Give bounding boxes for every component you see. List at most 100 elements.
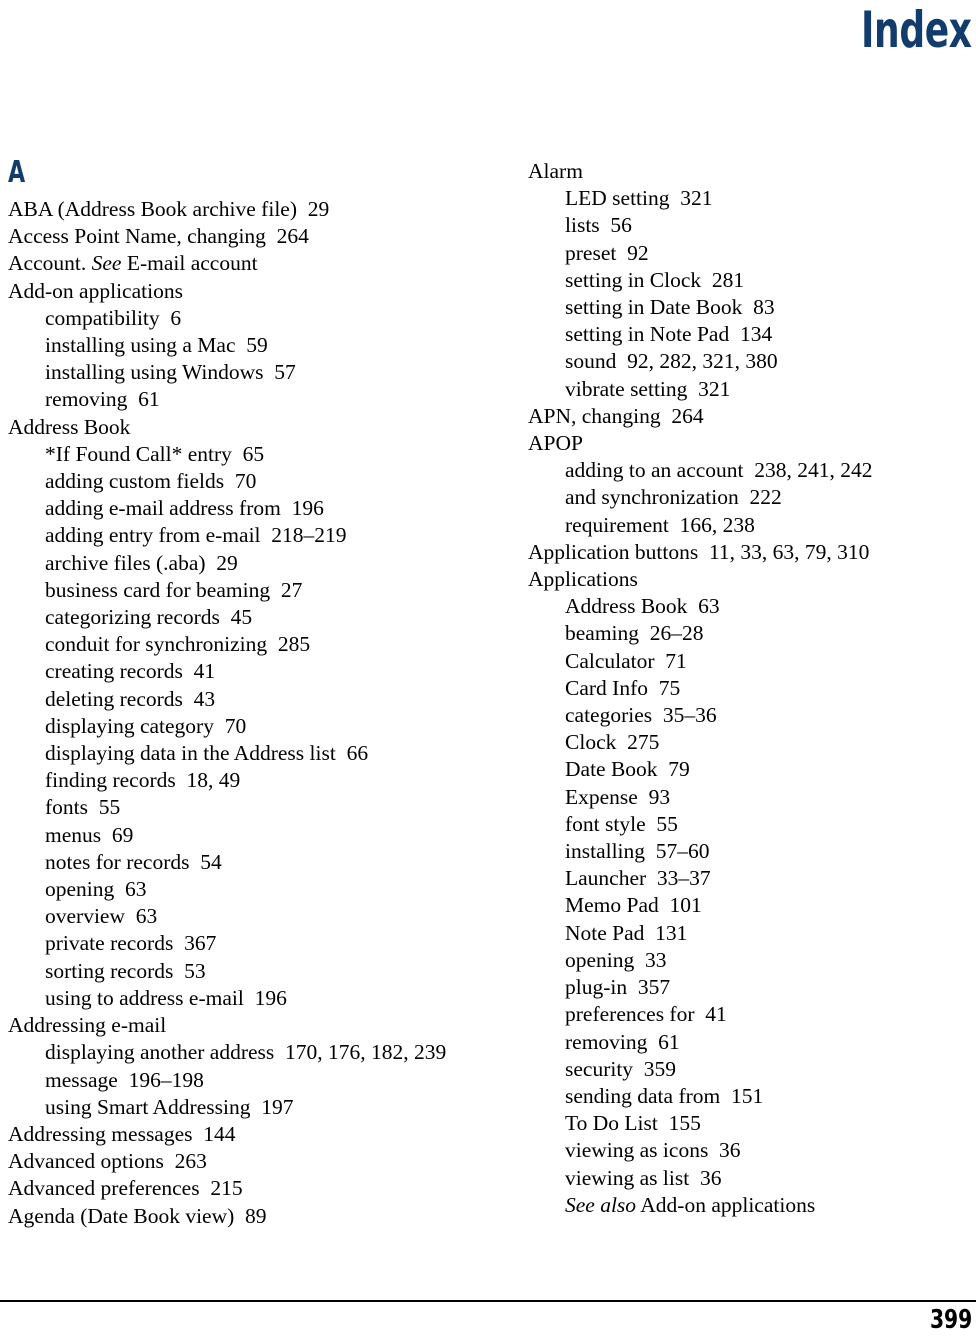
index-entry-text: font style 55	[565, 811, 678, 836]
index-cross-reference: See also	[565, 1192, 637, 1217]
index-entry: Note Pad 131	[528, 920, 976, 947]
index-entry: displaying data in the Address list 66	[8, 740, 474, 767]
index-entry-text: plug-in 357	[565, 975, 671, 1000]
index-entry-text: APOP	[528, 431, 583, 456]
index-entry-text: Addressing messages 144	[8, 1121, 236, 1146]
index-entry: and synchronization 222	[528, 484, 976, 511]
index-entry-text: displaying data in the Address list 66	[45, 741, 369, 766]
index-entry: APOP	[528, 430, 976, 457]
index-entry-text: *If Found Call* entry 65	[45, 441, 265, 466]
index-entry-text: setting in Clock 281	[565, 267, 745, 292]
index-entry: Address Book	[8, 414, 474, 441]
index-entry-text: categories 35–36	[565, 703, 717, 728]
index-entry-text: private records 367	[45, 931, 217, 956]
index-entry: preferences for 41	[528, 1001, 976, 1028]
index-entry: Add-on applications	[8, 278, 474, 305]
index-entry-text: sound 92, 282, 321, 380	[565, 349, 778, 374]
index-entry: plug-in 357	[528, 974, 976, 1001]
index-entry-text: Access Point Name, changing 264	[8, 224, 309, 249]
index-entry: lists 56	[528, 212, 976, 239]
index-entry-text: Note Pad 131	[565, 920, 688, 945]
index-entry: using to address e-mail 196	[8, 985, 474, 1012]
index-entry-text: Account.	[8, 251, 92, 276]
index-content: A ABA (Address Book archive file) 29 Acce…	[0, 158, 976, 1230]
index-entry: message 196–198	[8, 1067, 474, 1094]
index-entry: sorting records 53	[8, 958, 474, 985]
index-entry: setting in Note Pad 134	[528, 321, 976, 348]
index-column-right: Alarm LED setting 321 lists 56 preset 92 set…	[528, 158, 976, 1219]
index-entry-text: displaying another address 170, 176, 182…	[45, 1040, 447, 1065]
index-entry-text: Addressing e-mail	[8, 1013, 167, 1038]
index-entry-text: Calculator 71	[565, 648, 687, 673]
index-entry-text: Launcher 33–37	[565, 866, 711, 891]
index-entry: compatibility 6	[8, 305, 474, 332]
index-entry: Clock 275	[528, 729, 976, 756]
index-entry: Access Point Name, changing 264	[8, 223, 474, 250]
index-entry: vibrate setting 321	[528, 376, 976, 403]
index-entry: fonts 55	[8, 794, 474, 821]
index-entry: displaying category 70	[8, 713, 474, 740]
index-entry: Addressing messages 144	[8, 1121, 474, 1148]
index-entry: removing 61	[528, 1029, 976, 1056]
index-entry: Agenda (Date Book view) 89	[8, 1203, 474, 1230]
index-entry: categories 35–36	[528, 702, 976, 729]
index-entry-text: adding e-mail address from 196	[45, 496, 324, 521]
index-entry-text: removing 61	[45, 387, 160, 412]
index-entry-text: Application buttons 11, 33, 63, 79, 310	[528, 539, 870, 564]
index-entry-text: sorting records 53	[45, 958, 206, 983]
entry-list-right: Alarm LED setting 321 lists 56 preset 92 set…	[528, 158, 976, 1219]
index-entry: Applications	[528, 566, 976, 593]
index-entry-text: Memo Pad 101	[565, 893, 702, 918]
index-entry: adding entry from e-mail 218–219	[8, 522, 474, 549]
index-entry-text: Card Info 75	[565, 675, 681, 700]
index-entry: installing using Windows 57	[8, 359, 474, 386]
index-entry-text: categorizing records 45	[45, 605, 253, 630]
index-entry: See also Add-on applications	[528, 1192, 976, 1219]
index-entry: viewing as icons 36	[528, 1137, 976, 1164]
index-entry-text: Applications	[528, 567, 638, 592]
index-entry: creating records 41	[8, 658, 474, 685]
index-entry: Address Book 63	[528, 593, 976, 620]
index-entry-text: finding records 18, 49	[45, 768, 241, 793]
index-entry: Advanced preferences 215	[8, 1175, 474, 1202]
index-entry: Alarm	[528, 158, 976, 185]
index-entry: setting in Date Book 83	[528, 294, 976, 321]
index-entry: opening 63	[8, 876, 474, 903]
index-entry-text: opening 63	[45, 877, 147, 902]
index-entry-text: Alarm	[528, 159, 583, 183]
index-entry-text: To Do List 155	[565, 1111, 701, 1136]
index-entry-text: Date Book 79	[565, 757, 690, 782]
index-entry: private records 367	[8, 930, 474, 957]
index-entry-text: Advanced options 263	[8, 1149, 207, 1174]
index-entry-text: setting in Note Pad 134	[565, 322, 773, 347]
index-entry-text: viewing as icons 36	[565, 1138, 741, 1163]
index-entry-text: LED setting 321	[565, 186, 713, 211]
index-entry: adding to an account 238, 241, 242	[528, 457, 976, 484]
index-entry-text: Clock 275	[565, 730, 660, 755]
index-entry-text: preferences for 41	[565, 1002, 727, 1027]
index-entry-text: installing using a Mac 59	[45, 333, 268, 358]
index-entry: Advanced options 263	[8, 1148, 474, 1175]
footer-divider	[0, 1300, 976, 1302]
index-entry: displaying another address 170, 176, 182…	[8, 1039, 474, 1066]
index-entry-text: compatibility 6	[45, 305, 182, 330]
index-entry-text: Advanced preferences 215	[8, 1176, 243, 1201]
index-entry: LED setting 321	[528, 185, 976, 212]
index-entry: Launcher 33–37	[528, 865, 976, 892]
index-entry-text: lists 56	[565, 213, 632, 238]
index-entry-text: adding to an account 238, 241, 242	[565, 458, 873, 483]
index-entry: Expense 93	[528, 784, 976, 811]
index-entry-text: menus 69	[45, 822, 134, 847]
index-entry: finding records 18, 49	[8, 767, 474, 794]
index-entry: deleting records 43	[8, 686, 474, 713]
index-entry: removing 61	[8, 386, 474, 413]
index-entry: categorizing records 45	[8, 604, 474, 631]
index-entry-text: Expense 93	[565, 784, 671, 809]
index-entry-text: conduit for synchronizing 285	[45, 632, 311, 657]
index-entry-text: setting in Date Book 83	[565, 295, 775, 320]
index-entry-text: sending data from 151	[565, 1083, 764, 1108]
index-entry: sound 92, 282, 321, 380	[528, 348, 976, 375]
index-cross-reference: See	[91, 251, 122, 276]
index-entry-text: requirement 166, 238	[565, 512, 755, 537]
index-entry-text: beaming 26–28	[565, 621, 704, 646]
